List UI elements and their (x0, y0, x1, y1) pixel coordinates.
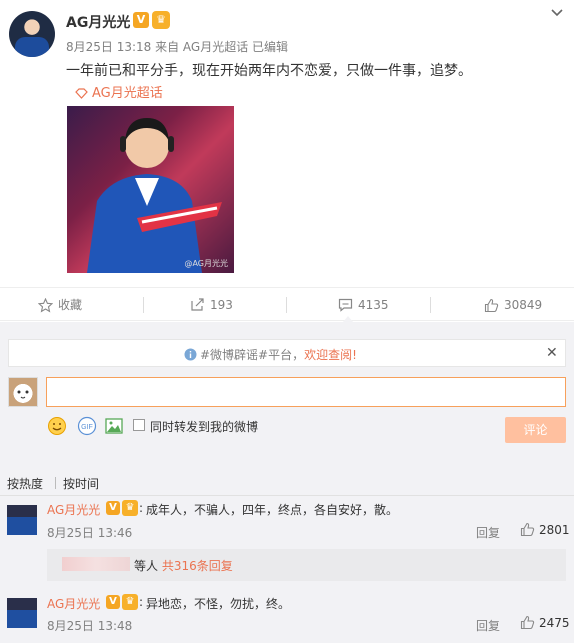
repost-button[interactable]: 193 (190, 288, 233, 322)
star-icon (38, 297, 53, 313)
like-button[interactable]: 30849 (484, 288, 542, 322)
favorite-button[interactable]: 收藏 (38, 288, 82, 322)
image-icon[interactable] (104, 416, 124, 436)
author-name[interactable]: AG月光光 (66, 12, 130, 32)
comment-like-count: 2801 (539, 522, 570, 537)
comment-colon: : (139, 595, 144, 609)
verified-badge: V (106, 595, 120, 609)
like-count: 30849 (504, 298, 543, 312)
info-icon (184, 348, 197, 361)
cat-face (17, 390, 29, 399)
comment-icon (338, 298, 353, 312)
repost-count: 193 (210, 298, 233, 312)
topic-link[interactable]: AG月光超话 (75, 82, 163, 101)
emoji-icon[interactable] (47, 416, 67, 436)
comment-like-count: 2475 (539, 615, 570, 630)
user-avatar[interactable] (8, 377, 38, 407)
comment-text: 异地恋，不怪，勿扰，终。 (146, 597, 291, 611)
author-avatar[interactable] (9, 11, 55, 57)
comment-colon: : (139, 501, 144, 515)
notice-link[interactable]: 欢迎查阅! (304, 348, 357, 362)
crown-icon: ♛ (122, 594, 138, 610)
thumbs-up-icon (520, 522, 535, 537)
notice-prefix: #微博辟谣#平台， (200, 348, 305, 362)
comment-pointer-arrow (343, 316, 353, 322)
thumbs-up-icon (484, 298, 499, 312)
photo-watermark: @AG月光光 (184, 259, 228, 268)
comment-avatar[interactable] (7, 598, 37, 628)
crown-icon: ♛ (122, 500, 138, 516)
thumbs-up-icon (520, 615, 535, 630)
post-meta: 8月25日 13:18 来自 AG月光超话 已编辑 (66, 40, 289, 54)
reply-summary-text[interactable]: 等人 共316条回复 (134, 557, 233, 574)
forward-label[interactable]: 同时转发到我的微博 (150, 418, 258, 435)
comment-avatar[interactable] (7, 505, 37, 535)
reply-prefix: 等人 (134, 559, 162, 573)
comment-text: 成年人，不骗人，四年，终点，各自安好，散。 (146, 503, 399, 517)
comment-author[interactable]: AG月光光 (47, 501, 100, 518)
notice-text[interactable]: #微博辟谣#平台，欢迎查阅! (184, 346, 357, 363)
sort-by-hot[interactable]: 按热度 (7, 475, 43, 492)
submit-comment-button[interactable]: 评论 (505, 417, 566, 443)
comment-time: 8月25日 13:48 (47, 619, 133, 633)
verified-badge: V (133, 12, 149, 28)
verified-badge: V (106, 501, 120, 515)
post-content: 一年前已和平分手，现在开始两年内不恋爱，只做一件事，追梦。 (66, 63, 472, 79)
reply-button[interactable]: 回复 (476, 617, 500, 634)
comment-time: 8月25日 13:46 (47, 526, 133, 540)
action-bar: 收藏 193 4135 30849 (0, 287, 574, 321)
comment-like-button[interactable]: 2801 (520, 522, 570, 537)
comment-input[interactable] (46, 377, 566, 407)
topic-label: AG月光超话 (92, 86, 163, 101)
crown-icon: ♛ (152, 11, 170, 29)
close-icon[interactable]: ✕ (546, 345, 558, 361)
reply-count-link[interactable]: 共316条回复 (162, 559, 233, 573)
person-figure (87, 118, 222, 273)
sort-by-time[interactable]: 按时间 (63, 475, 99, 492)
repost-icon (191, 298, 204, 311)
comment-count: 4135 (358, 298, 389, 312)
comment-author[interactable]: AG月光光 (47, 595, 100, 612)
blurred-names (62, 557, 130, 571)
gif-text: GIF (81, 424, 93, 431)
sort-divider (55, 477, 56, 489)
forward-checkbox[interactable] (133, 419, 145, 431)
diamond-icon (75, 88, 88, 99)
gif-icon[interactable]: GIF (77, 416, 97, 436)
comment-like-button[interactable]: 2475 (520, 615, 570, 630)
chevron-down-icon[interactable] (550, 6, 564, 20)
reply-button[interactable]: 回复 (476, 524, 500, 541)
favorite-label: 收藏 (58, 298, 83, 312)
post-photo[interactable]: @AG月光光 (67, 106, 234, 273)
